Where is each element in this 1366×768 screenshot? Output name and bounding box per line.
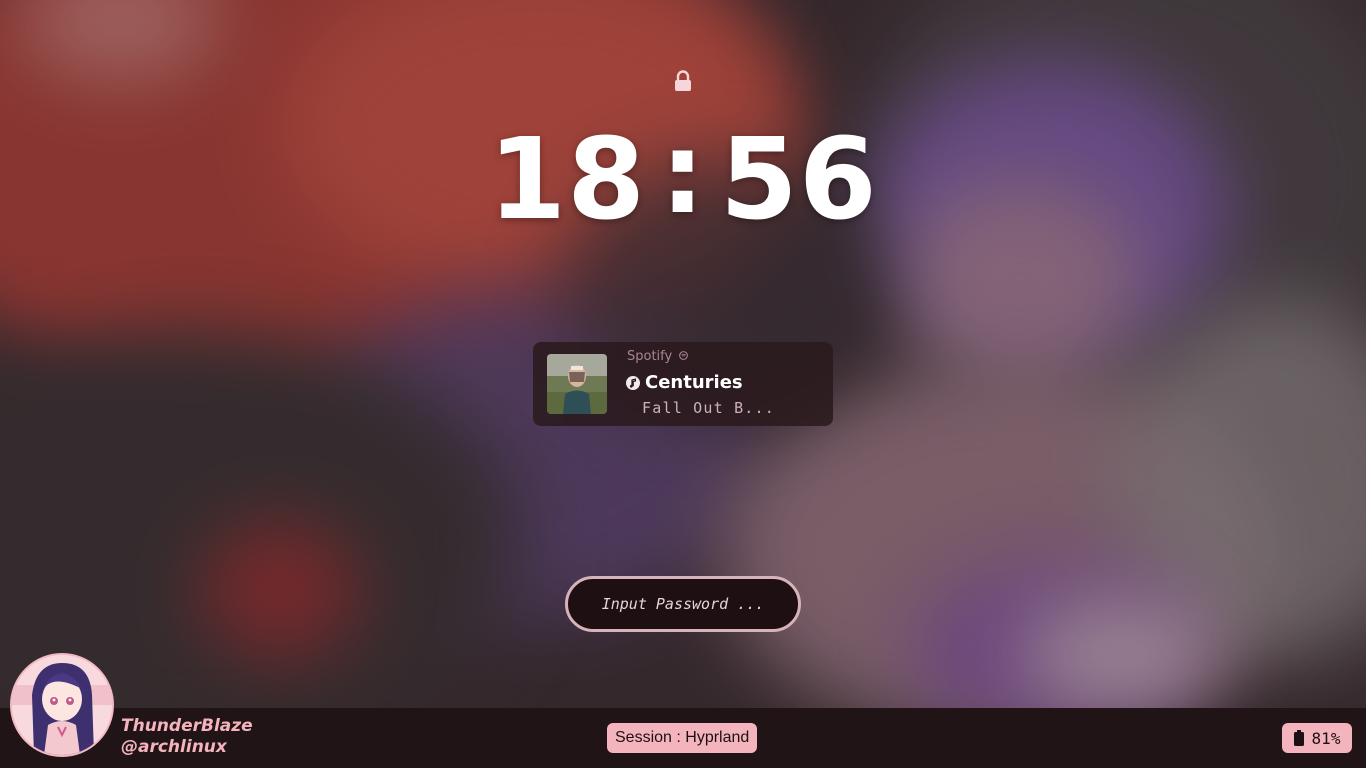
password-input[interactable] xyxy=(581,594,785,614)
track-title-row: Centuries xyxy=(626,372,743,393)
clock-minute: 56 xyxy=(719,115,878,245)
clock-separator: : xyxy=(660,109,706,239)
album-art xyxy=(547,354,607,414)
user-host: @archlinux xyxy=(121,737,227,757)
music-note-icon xyxy=(626,375,640,390)
clock-hour: 18 xyxy=(488,115,647,245)
battery-percent: 81% xyxy=(1311,728,1341,748)
lock-screen: 18:56 Spotify Centuries Fall Out B... Th… xyxy=(0,0,1366,768)
spotify-icon xyxy=(679,351,689,360)
session-badge[interactable]: Session : Hyprland xyxy=(607,723,758,753)
track-title: Centuries xyxy=(645,372,743,393)
track-artist: Fall Out B... xyxy=(642,399,775,417)
password-field[interactable] xyxy=(565,576,801,632)
battery-icon xyxy=(1293,730,1304,746)
clock: 18:56 xyxy=(0,109,1366,248)
battery-indicator: 81% xyxy=(1282,723,1352,753)
player-name: Spotify xyxy=(627,349,673,364)
player-source: Spotify xyxy=(627,349,689,364)
media-player-card: Spotify Centuries Fall Out B... xyxy=(533,342,833,426)
user-name: ThunderBlaze xyxy=(121,716,253,736)
lock-icon xyxy=(675,70,691,91)
avatar xyxy=(10,653,114,757)
